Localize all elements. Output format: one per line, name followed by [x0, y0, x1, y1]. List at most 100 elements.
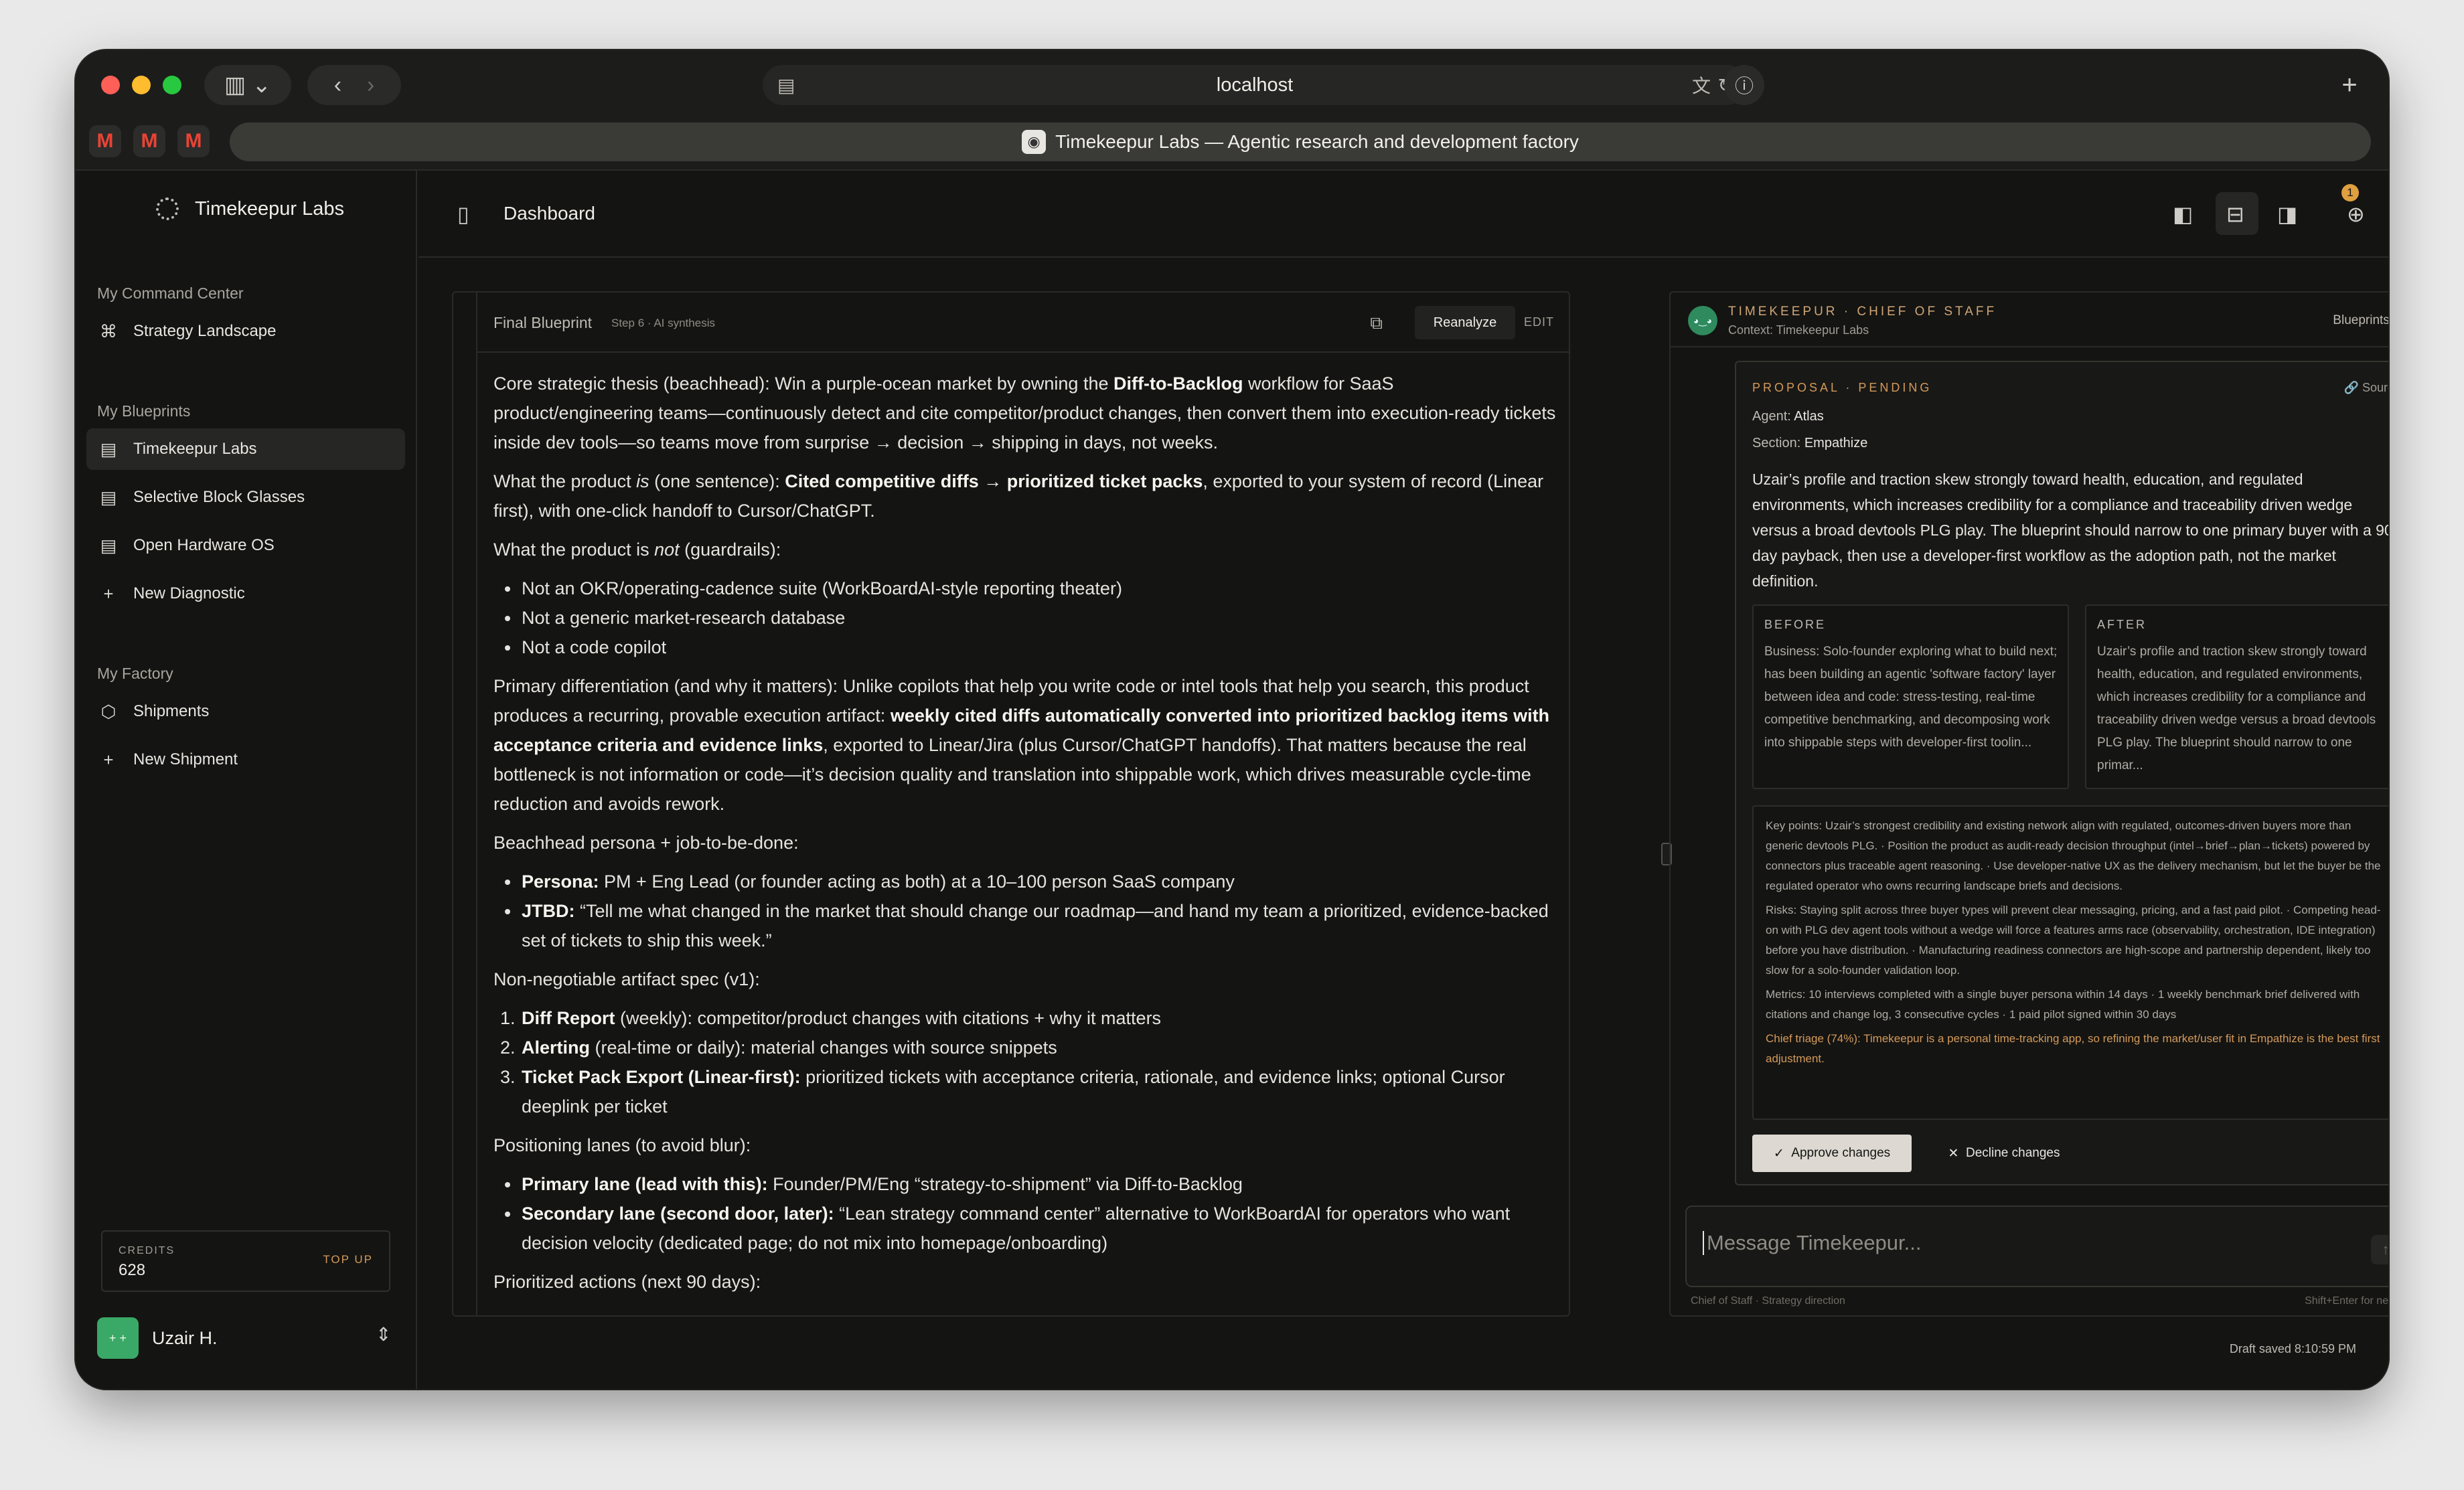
gmail-icon[interactable]: M — [89, 125, 121, 157]
plus-icon: + — [2341, 70, 2358, 100]
zoom-window-button[interactable] — [163, 76, 181, 94]
brand-name: Timekeepur Labs — [195, 197, 344, 220]
close-window-button[interactable] — [101, 76, 120, 94]
sidebar-icon: ▥ ⌄ — [224, 72, 272, 98]
address-bar[interactable]: ▤ localhost 文 ↻ — [763, 65, 1747, 105]
list-item: Primary lane (lead with this): Founder/P… — [520, 1169, 1558, 1199]
sidebar-item-label: Selective Block Glasses — [133, 488, 305, 506]
copy-icon[interactable]: ⧉ — [1370, 313, 1383, 334]
list-item: JTBD: “Tell me what changed in the marke… — [520, 896, 1558, 955]
package-icon: ⬡ — [100, 701, 117, 722]
before-label: BEFORE — [1764, 618, 1827, 631]
document-icon: ▤ — [100, 438, 117, 459]
input-hint-right: Shift+Enter for new line — [2305, 1295, 2388, 1307]
translate-icon[interactable]: 文 — [1692, 72, 1711, 98]
credits-panel: CREDITS 628 TOP UP — [101, 1230, 390, 1292]
link-icon: 🔗 — [2343, 381, 2359, 394]
decline-changes-button[interactable]: ✕ Decline changes — [1930, 1135, 2078, 1172]
top-up-button[interactable]: TOP UP — [323, 1253, 373, 1266]
before-text: Business: Solo-founder exploring what to… — [1764, 645, 2058, 750]
section-blueprints: My Blueprints — [97, 402, 191, 420]
approve-changes-button[interactable]: ✓ Approve changes — [1752, 1135, 1912, 1172]
close-icon: ✕ — [1948, 1146, 1959, 1161]
active-tab[interactable]: ◉ Timekeepur Labs — Agentic research and… — [230, 122, 2371, 161]
chief-avatar: ◕‿◕ — [1688, 306, 1717, 335]
list-item: Alerting (real-time or daily): material … — [520, 1033, 1558, 1062]
layout-right-icon[interactable]: ◨ — [2277, 201, 2297, 227]
list-item: Not a code copilot — [520, 633, 1558, 662]
draft-status: Draft saved 8:10:59 PM — [2229, 1342, 2356, 1355]
sidebar-item-label: Strategy Landscape — [133, 322, 277, 340]
sidebar-toggle-icon[interactable]: ▯ — [457, 201, 469, 227]
check-icon: ✓ — [1773, 1146, 1784, 1161]
url-text: localhost — [1216, 74, 1294, 96]
minimize-window-button[interactable] — [132, 76, 151, 94]
user-menu[interactable]: + + Uzair H. — [97, 1317, 218, 1359]
source-link[interactable]: 🔗 Source — [2344, 381, 2388, 395]
info-icon: ⓘ — [1734, 76, 1754, 96]
sidebar-item-new-shipment[interactable]: + New Shipment — [86, 739, 405, 780]
send-button[interactable]: ↑ — [2371, 1235, 2388, 1264]
proposal-card: PROPOSAL · PENDING 🔗 Source Agent: Atlas… — [1735, 361, 2388, 1185]
sidebar-item-open-hardware-os[interactable]: ▤ Open Hardware OS — [86, 525, 405, 566]
sidebar-item-timekeepur-labs[interactable]: ▤ Timekeepur Labs — [86, 428, 405, 470]
logo-icon — [156, 197, 179, 220]
message-input[interactable]: Message Timekeepur... ↑ — [1685, 1206, 2388, 1287]
page-settings-icon[interactable]: ▤ — [777, 74, 795, 96]
topbar: ▯ Dashboard ◧ ⊟ ◨ ⊕ ⚙ — [418, 171, 2388, 258]
chief-context: Context: Timekeepur Labs — [1728, 323, 1869, 337]
section-command-center: My Command Center — [97, 284, 244, 302]
browser-chrome: ▥ ⌄ ‹ › ▤ localhost 文 ↻ ⓘ + M M M ◉ Time… — [76, 50, 2388, 171]
brand[interactable]: Timekeepur Labs — [156, 197, 344, 220]
blueprint-panel: Final Blueprint Step 6 · AI synthesis ⧉ … — [452, 291, 1570, 1317]
sidebar-item-shipments[interactable]: ⬡ Shipments — [86, 691, 405, 732]
info-button[interactable]: ⓘ — [1724, 65, 1764, 105]
sidebar-item-label: Open Hardware OS — [133, 536, 275, 554]
new-tab-button[interactable]: + — [2329, 65, 2370, 105]
sidebar-toggle-button[interactable]: ▥ ⌄ — [204, 65, 291, 105]
document-icon: ▤ — [100, 487, 117, 507]
proposal-agent: Agent: Atlas — [1752, 409, 1824, 424]
chevron-updown-icon[interactable]: ⇕ — [376, 1323, 391, 1345]
blueprint-step: Step 6 · AI synthesis — [611, 317, 715, 329]
sidebar-item-label: Shipments — [133, 702, 210, 720]
globe-icon[interactable]: ⊕ — [2347, 201, 2365, 227]
site-favicon-icon: ◉ — [1022, 130, 1047, 154]
forward-icon[interactable]: › — [367, 72, 374, 98]
thesis-paragraph: Core strategic thesis (beachhead): Win a… — [493, 374, 1556, 452]
gmail-icon[interactable]: M — [133, 125, 165, 157]
layout-left-icon[interactable]: ◧ — [2173, 201, 2193, 227]
plus-icon: + — [103, 583, 114, 604]
analysis-box: Key points: Uzair’s strongest credibilit… — [1752, 805, 2388, 1120]
user-name: Uzair H. — [152, 1327, 218, 1348]
layout-split-icon[interactable]: ⊟ — [2226, 201, 2244, 227]
sidebar: Timekeepur Labs My Command Center ⌘ Strat… — [76, 171, 417, 1389]
history-nav: ‹ › — [307, 65, 401, 105]
sidebar-item-strategy-landscape[interactable]: ⌘ Strategy Landscape — [86, 311, 405, 352]
edit-button[interactable]: EDIT — [1524, 315, 1554, 329]
gmail-icon[interactable]: M — [177, 125, 210, 157]
proposal-section: Section: Empathize — [1752, 436, 1868, 450]
arrow-up-icon: ↑ — [2382, 1241, 2389, 1258]
chief-header: ◕‿◕ TIMEKEEPUR · CHIEF OF STAFF Context:… — [1671, 293, 2388, 347]
before-box: BEFORE Business: Solo-founder exploring … — [1752, 604, 2069, 789]
sidebar-item-selective-block-glasses[interactable]: ▤ Selective Block Glasses — [86, 477, 405, 518]
list-item: Not a generic market-research database — [520, 603, 1558, 633]
after-box: AFTER Uzair’s profile and traction skew … — [2085, 604, 2388, 789]
sidebar-item-new-diagnostic[interactable]: + New Diagnostic — [86, 573, 405, 614]
after-text: Uzair’s profile and traction skew strong… — [2097, 645, 2376, 772]
chief-triage: Chief triage (74%): Timekeepur is a pers… — [1766, 1032, 2380, 1065]
proposal-text: Uzair’s profile and traction skew strong… — [1752, 471, 2388, 590]
persona-list: Persona: PM + Eng Lead (or founder actin… — [520, 867, 1558, 955]
reanalyze-button[interactable]: Reanalyze — [1415, 306, 1515, 339]
notification-badge: 1 — [2341, 184, 2359, 201]
tab-title: Timekeepur Labs — Agentic research and d… — [1055, 131, 1579, 152]
blueprint-body: Core strategic thesis (beachhead): Win a… — [493, 369, 1558, 1306]
blueprints-dropdown[interactable]: Blueprints ⌄ — [2333, 313, 2388, 328]
back-icon[interactable]: ‹ — [334, 72, 341, 98]
list-item: Diff Report (weekly): competitor/product… — [520, 1003, 1558, 1033]
positioning-heading: Positioning lanes (to avoid blur): — [493, 1135, 751, 1155]
list-item: Ticket Pack Export (Linear-first): prior… — [520, 1062, 1558, 1121]
sidebar-item-label: New Shipment — [133, 750, 238, 768]
key-points: Key points: Uzair’s strongest credibilit… — [1766, 819, 2381, 892]
